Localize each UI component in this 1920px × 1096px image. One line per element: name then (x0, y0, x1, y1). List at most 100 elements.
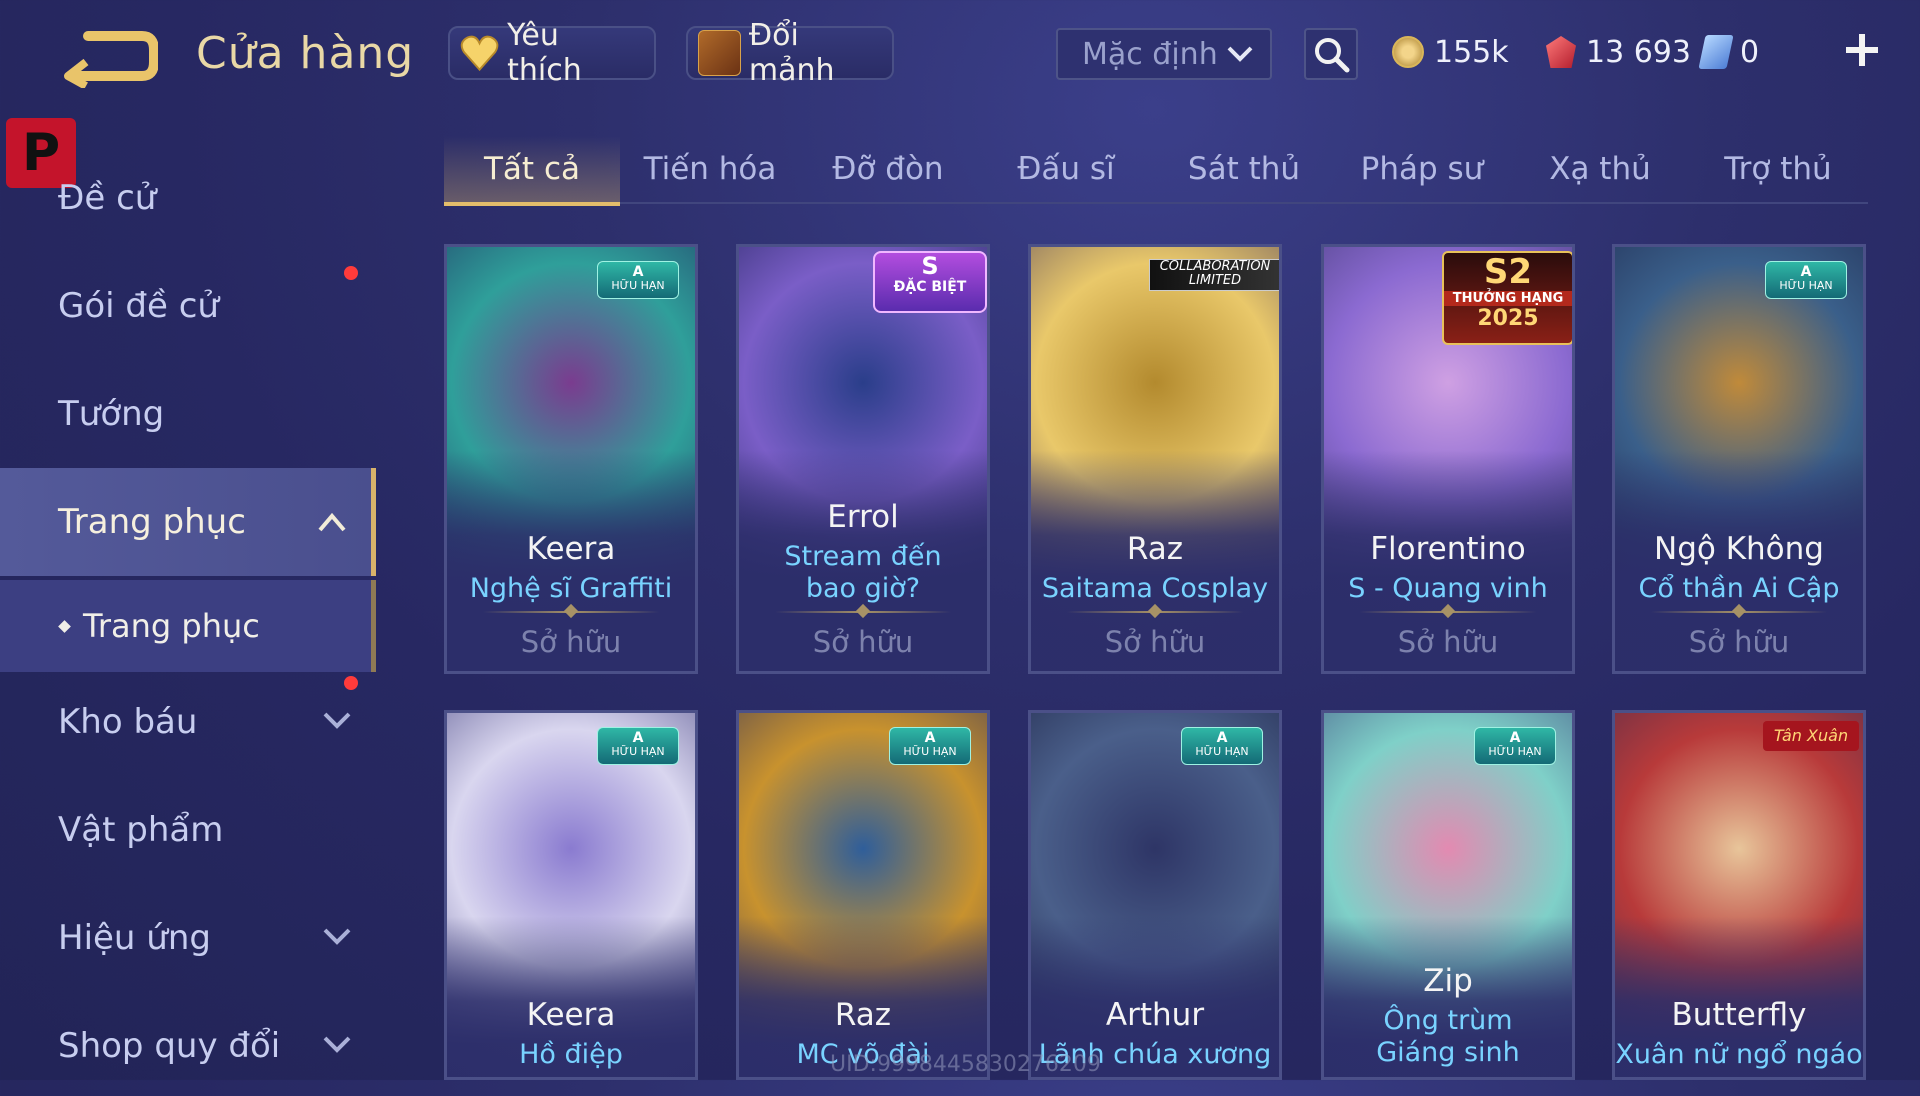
ranked-season-badge: S2 THƯỞNG HẠNG 2025 (1442, 251, 1572, 345)
voucher-amount: 0 (1740, 34, 1760, 70)
hero-name: Errol (827, 499, 899, 535)
tab-all[interactable]: Tất cả (444, 136, 620, 206)
divider (775, 611, 951, 613)
sidebar-item-label: Gói đề cử (58, 286, 219, 326)
tab-support[interactable]: Trợ thủ (1690, 136, 1866, 202)
voucher-icon (1698, 35, 1734, 69)
skin-name: S - Quang vinh (1348, 573, 1548, 604)
limited-badge: A HỮU HẠN (597, 727, 679, 765)
owned-status: Sở hữu (520, 625, 622, 659)
search-button[interactable] (1304, 28, 1358, 80)
gold-balance: 155k (1392, 28, 1509, 76)
skin-name: Saitama Cosplay (1041, 573, 1269, 604)
hero-name: Zip (1423, 963, 1473, 999)
tab-evolution[interactable]: Tiến hóa (622, 136, 798, 202)
limited-badge: A HỮU HẠN (1765, 261, 1847, 299)
notification-dot (344, 676, 358, 690)
divider (1067, 611, 1243, 613)
chevron-down-icon (1227, 46, 1253, 62)
gold-coin-icon (1392, 36, 1424, 68)
sidebar-item-skins[interactable]: Trang phục (0, 468, 376, 576)
notification-dot (344, 266, 358, 280)
tab-marksman[interactable]: Xạ thủ (1512, 136, 1688, 202)
exchange-shards-button[interactable]: Đổi mảnh (686, 18, 894, 88)
sidebar-item-exchange-shop[interactable]: Shop quy đổi (0, 996, 376, 1096)
skin-card[interactable]: A HỮU HẠN Ngộ Không Cổ thần Ai Cập Sở hữu (1612, 244, 1866, 674)
owned-status: Sở hữu (1104, 625, 1206, 659)
top-bar: Cửa hàng Yêu thích Đổi mảnh Mặc định 155… (0, 0, 1920, 110)
skin-card[interactable]: A HỮU HẠN Zip Ông trùm Giáng sinh (1321, 710, 1575, 1080)
skin-card[interactable]: S ĐẶC BIỆT Errol Stream đến bao giờ? Sở hữu (736, 244, 990, 674)
lunar-new-year-badge: Tân Xuân (1763, 721, 1859, 751)
sort-selected-value: Mặc định (1082, 36, 1218, 72)
sort-dropdown[interactable]: Mặc định (1056, 28, 1272, 80)
tab-label: Trợ thủ (1724, 151, 1832, 187)
tab-tank[interactable]: Đỡ đòn (800, 136, 976, 202)
sidebar-item-featured[interactable]: Đề cử (0, 148, 376, 248)
skin-card[interactable]: A HỮU HẠN Raz MC võ đài (736, 710, 990, 1080)
sidebar-item-featured-bundles[interactable]: Gói đề cử (0, 256, 376, 356)
hero-name: Raz (834, 997, 892, 1033)
limited-badge: A HỮU HẠN (597, 261, 679, 299)
owned-status: Sở hữu (1688, 625, 1790, 659)
ruby-gem-icon (1546, 36, 1576, 68)
page-title: Cửa hàng (196, 28, 415, 79)
tab-fighter[interactable]: Đấu sĩ (978, 136, 1154, 202)
skin-card[interactable]: COLLABORATION LIMITED Raz Saitama Cosplay S… (1028, 244, 1282, 674)
gold-amount: 155k (1434, 34, 1509, 70)
sidebar-item-label: Đề cử (58, 178, 157, 218)
favorites-button[interactable]: Yêu thích (448, 18, 656, 88)
skin-card[interactable]: A HỮU HẠN Arthur Lãnh chúa xương (1028, 710, 1282, 1080)
skin-name: Xuân nữ ngổ ngáo (1615, 1039, 1863, 1070)
voucher-balance: 0 (1698, 28, 1760, 76)
favorites-label: Yêu thích (507, 18, 582, 88)
heart-icon (460, 35, 499, 72)
sidebar-item-treasure[interactable]: Kho báu (0, 672, 376, 772)
shard-chest-icon (698, 30, 741, 76)
hero-name: Arthur (1105, 997, 1205, 1033)
chevron-up-icon (318, 512, 346, 532)
skin-card[interactable]: S2 THƯỞNG HẠNG 2025 Florentino S - Quang vin… (1321, 244, 1575, 674)
exchange-shards-label: Đổi mảnh (748, 18, 835, 88)
sidebar-item-label: Trang phục (58, 502, 246, 542)
skin-name: Hồ điệp (519, 1039, 623, 1070)
limited-badge: A HỮU HẠN (1474, 727, 1556, 765)
skin-card[interactable]: A HỮU HẠN Keera Nghệ sĩ Graffiti Sở hữu (444, 244, 698, 674)
tab-label: Tất cả (484, 151, 580, 187)
add-currency-button[interactable] (1842, 30, 1882, 70)
skin-card[interactable]: A HỮU HẠN Keera Hồ điệp (444, 710, 698, 1080)
sidebar-item-items[interactable]: Vật phẩm (0, 780, 376, 880)
sidebar-item-label: Hiệu ứng (58, 918, 211, 958)
sidebar-item-label: Shop quy đổi (58, 1026, 281, 1066)
tab-assassin[interactable]: Sát thủ (1156, 136, 1332, 202)
divider (1360, 611, 1536, 613)
skin-name: Nghệ sĩ Graffiti (469, 573, 673, 604)
sidebar-subitem-skins[interactable]: Trang phục (0, 580, 376, 672)
hero-name: Florentino (1370, 531, 1526, 567)
hero-name: Raz (1126, 531, 1184, 567)
owned-status: Sở hữu (1397, 625, 1499, 659)
tab-label: Đấu sĩ (1017, 151, 1115, 187)
skin-name: Cổ thần Ai Cập (1638, 573, 1840, 604)
skin-name: Ông trùm Giáng sinh (1376, 1005, 1520, 1068)
divider (1651, 611, 1827, 613)
tab-label: Đỡ đòn (832, 151, 944, 187)
ruby-amount: 13 693 (1586, 34, 1691, 70)
chevron-down-icon (323, 712, 351, 729)
limited-badge: A HỮU HẠN (1181, 727, 1263, 765)
tab-mage[interactable]: Pháp sư (1334, 136, 1510, 202)
sidebar-item-label: Trang phục (83, 607, 260, 645)
skin-card[interactable]: Tân Xuân Butterfly Xuân nữ ngổ ngáo (1612, 710, 1866, 1080)
hero-name: Ngộ Không (1654, 531, 1824, 567)
bullet-icon (58, 619, 71, 633)
sidebar: Đề cử Gói đề cử Tướng Trang phục Trang p… (0, 110, 376, 1080)
sidebar-item-effects[interactable]: Hiệu ứng (0, 888, 376, 988)
uid-watermark: UID:9998445830276209 (830, 1052, 1101, 1077)
tab-label: Sát thủ (1187, 151, 1301, 187)
sidebar-item-label: Kho báu (58, 702, 198, 742)
back-arrow-icon[interactable] (58, 28, 158, 88)
collaboration-badge: COLLABORATION LIMITED (1149, 259, 1279, 291)
ruby-balance: 13 693 (1546, 28, 1691, 76)
sidebar-item-heroes[interactable]: Tướng (0, 364, 376, 464)
sidebar-item-label: Vật phẩm (58, 810, 224, 850)
